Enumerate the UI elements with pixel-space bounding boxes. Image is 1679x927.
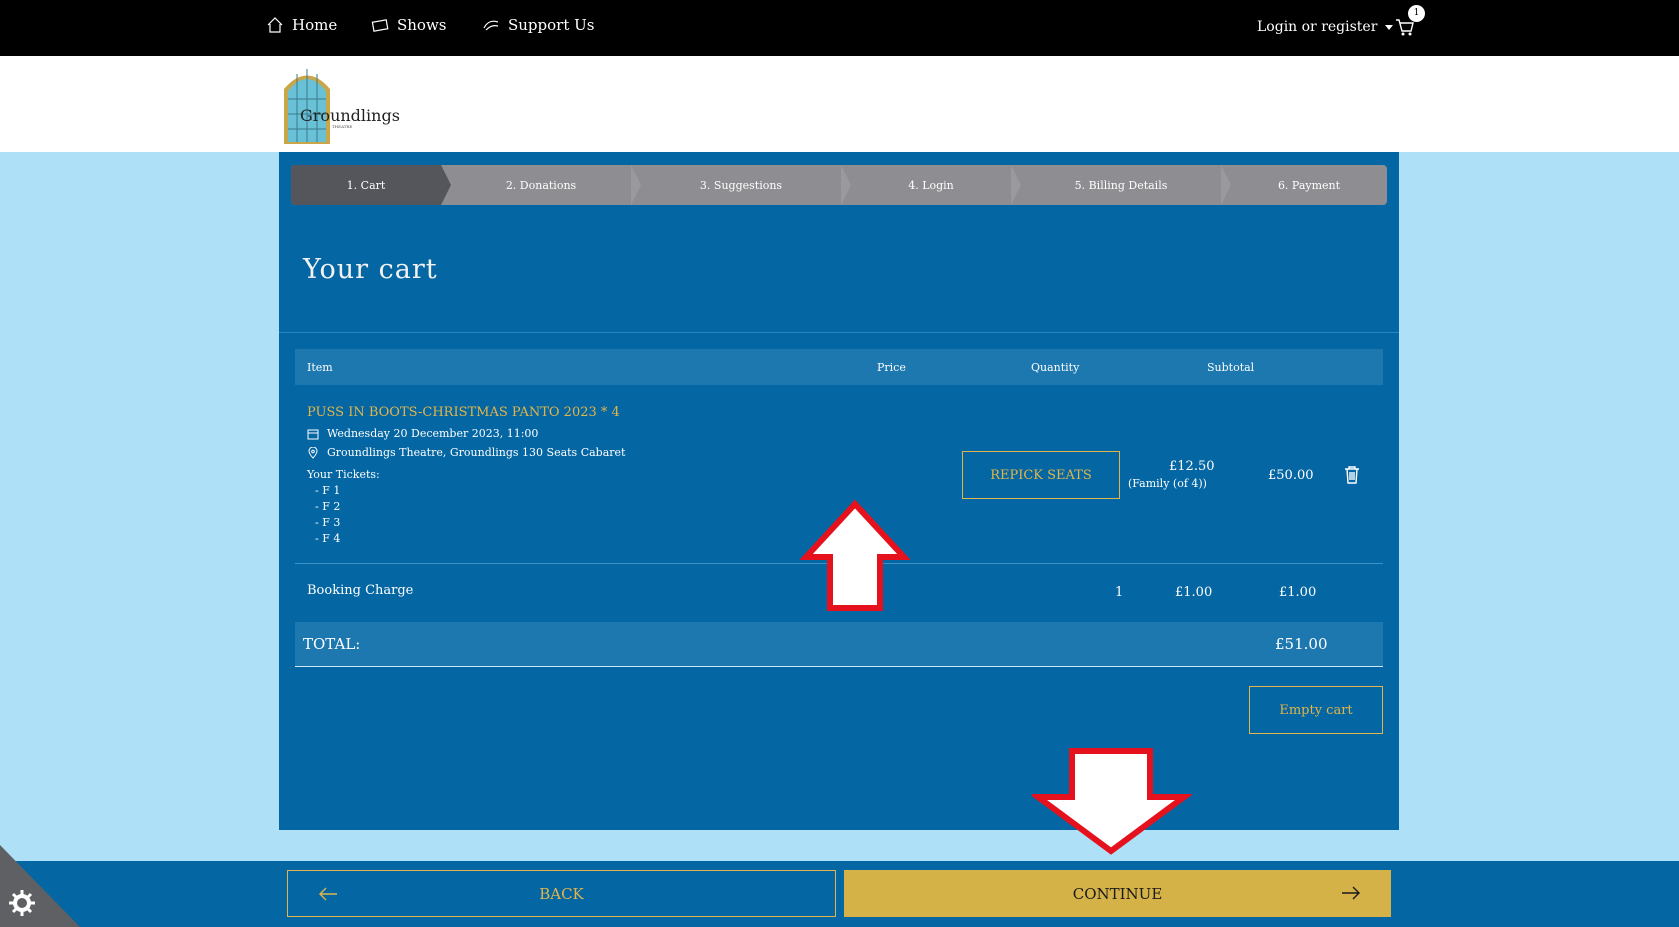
login-label: Login or register bbox=[1257, 19, 1378, 35]
item-title-link[interactable]: PUSS IN BOOTS-CHRISTMAS PANTO 2023 * 4 bbox=[307, 405, 620, 420]
trash-icon[interactable] bbox=[1343, 465, 1361, 485]
step-divider bbox=[441, 165, 451, 205]
ticket-seat: - F 4 bbox=[315, 532, 341, 545]
cart-count-badge: 1 bbox=[1408, 5, 1425, 22]
nav-shows-label: Shows bbox=[397, 16, 447, 34]
home-icon bbox=[267, 17, 283, 33]
step-label: 1. Cart bbox=[346, 178, 386, 192]
back-label: BACK bbox=[539, 884, 584, 903]
annotation-up-arrow bbox=[800, 500, 910, 611]
header-item: Item bbox=[307, 361, 333, 374]
booking-charge-quantity: 1 bbox=[1115, 585, 1124, 600]
location-pin-icon bbox=[308, 446, 318, 459]
top-navbar: Home Shows Support Us Login or register … bbox=[0, 0, 1679, 56]
divider bbox=[279, 332, 1399, 333]
nav-home-link[interactable]: Home bbox=[266, 16, 337, 34]
ticket-seat: - F 2 bbox=[315, 500, 341, 513]
continue-label: CONTINUE bbox=[1072, 884, 1163, 903]
back-button[interactable]: BACK bbox=[287, 870, 836, 917]
item-date: Wednesday 20 December 2023, 11:00 bbox=[307, 427, 538, 440]
step-billing[interactable]: 5. Billing Details bbox=[1021, 165, 1221, 205]
continue-button[interactable]: CONTINUE bbox=[844, 870, 1391, 917]
header-subtotal: Subtotal bbox=[1207, 361, 1255, 374]
total-value: £51.00 bbox=[1275, 635, 1328, 653]
login-register-dropdown[interactable]: Login or register bbox=[1257, 19, 1394, 35]
table-header: Item Price Quantity Subtotal bbox=[295, 349, 1383, 385]
tickets-label: Your Tickets: bbox=[307, 468, 380, 481]
step-label: 3. Suggestions bbox=[699, 178, 783, 192]
step-divider bbox=[1011, 165, 1021, 205]
step-cart[interactable]: 1. Cart bbox=[291, 165, 441, 205]
booking-charge-subtotal: £1.00 bbox=[1279, 585, 1317, 600]
site-header: Groundlings THEATRE bbox=[0, 56, 1679, 152]
nav-shows-link[interactable]: Shows bbox=[371, 16, 447, 34]
empty-cart-button[interactable]: Empty cart bbox=[1249, 686, 1383, 734]
theatre-logo[interactable] bbox=[282, 64, 382, 146]
page-title: Your cart bbox=[303, 254, 438, 285]
cart-panel: 1. Cart 2. Donations 3. Suggestions 4. L… bbox=[279, 152, 1399, 830]
step-suggestions[interactable]: 3. Suggestions bbox=[641, 165, 841, 205]
logo-subtext: THEATRE bbox=[332, 124, 353, 129]
ticket-seat: - F 1 bbox=[315, 484, 341, 497]
booking-charge-label: Booking Charge bbox=[307, 583, 414, 598]
item-date-text: Wednesday 20 December 2023, 11:00 bbox=[327, 427, 539, 440]
cookie-settings-icon[interactable] bbox=[0, 845, 80, 927]
repick-seats-button[interactable]: REPICK SEATS bbox=[962, 451, 1120, 499]
checkout-footer bbox=[0, 861, 1679, 927]
item-subtotal: £50.00 bbox=[1268, 468, 1314, 483]
arrow-left-icon bbox=[319, 887, 337, 901]
nav-support-label: Support Us bbox=[508, 16, 595, 34]
ticket-icon bbox=[371, 19, 389, 32]
hands-icon bbox=[483, 20, 499, 31]
annotation-down-arrow bbox=[1032, 748, 1192, 855]
step-label: 5. Billing Details bbox=[1074, 178, 1168, 192]
checkout-stepper: 1. Cart 2. Donations 3. Suggestions 4. L… bbox=[291, 165, 1387, 205]
nav-support-link[interactable]: Support Us bbox=[482, 16, 594, 34]
logo-wordmark: Groundlings bbox=[300, 106, 400, 125]
ticket-seat: - F 3 bbox=[315, 516, 341, 529]
arrow-right-icon bbox=[1342, 886, 1360, 900]
item-venue-text: Groundlings Theatre, Groundlings 130 Sea… bbox=[327, 446, 626, 459]
booking-charge-price: £1.00 bbox=[1175, 585, 1213, 600]
step-label: 4. Login bbox=[908, 178, 954, 192]
header-price: Price bbox=[877, 361, 906, 374]
step-divider bbox=[631, 165, 641, 205]
step-divider bbox=[841, 165, 851, 205]
step-donations[interactable]: 2. Donations bbox=[451, 165, 631, 205]
step-divider bbox=[1221, 165, 1231, 205]
calendar-icon bbox=[307, 429, 319, 439]
nav-home-label: Home bbox=[292, 16, 338, 34]
step-payment[interactable]: 6. Payment bbox=[1231, 165, 1387, 205]
step-label: 2. Donations bbox=[505, 178, 577, 192]
header-quantity: Quantity bbox=[1031, 361, 1080, 374]
chevron-down-icon bbox=[1385, 24, 1394, 30]
item-venue: Groundlings Theatre, Groundlings 130 Sea… bbox=[307, 446, 625, 459]
total-row: TOTAL: £51.00 bbox=[295, 622, 1383, 667]
step-login[interactable]: 4. Login bbox=[851, 165, 1011, 205]
step-label: 6. Payment bbox=[1277, 178, 1341, 192]
item-price: £12.50 bbox=[1169, 459, 1215, 474]
item-price-note: (Family (of 4)) bbox=[1128, 477, 1207, 490]
total-label: TOTAL: bbox=[303, 635, 361, 653]
